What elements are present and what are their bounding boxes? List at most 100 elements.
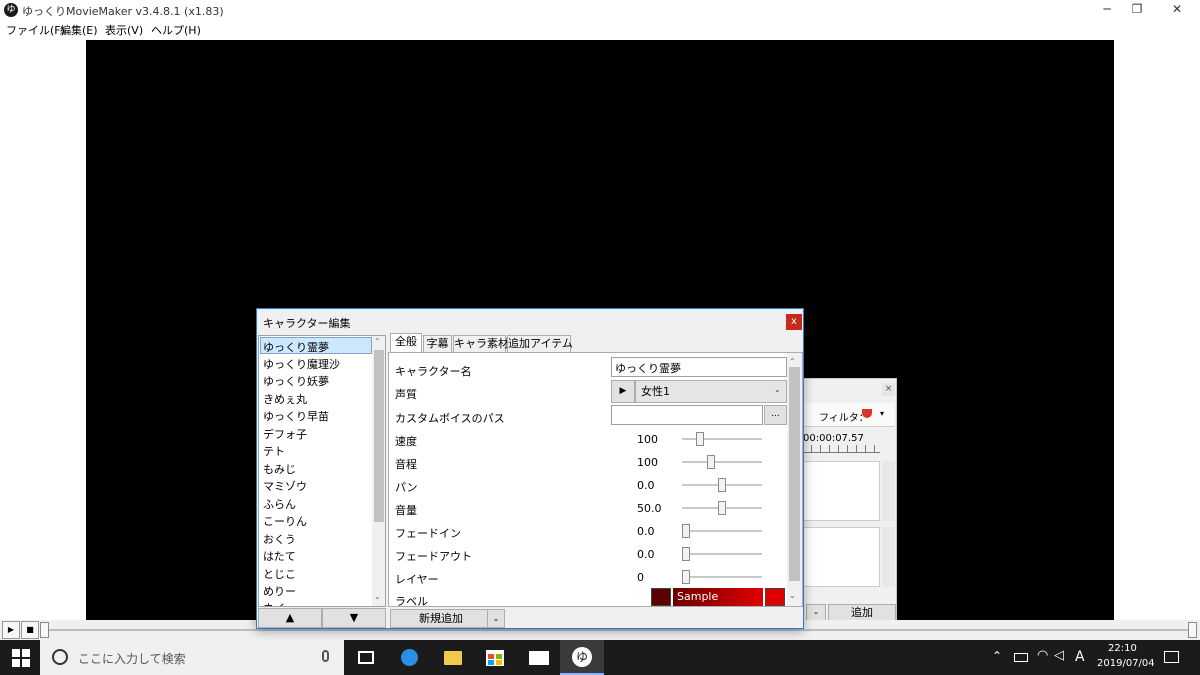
character-item-sanae[interactable]: ゆっくり早苗 — [263, 408, 329, 424]
pitch-label: 音程 — [395, 458, 417, 471]
tab-subtitle[interactable]: 字幕 — [423, 335, 452, 353]
speed-slider-track[interactable] — [682, 438, 762, 440]
store-icon[interactable] — [486, 650, 504, 666]
timeline-close-button[interactable]: × — [882, 383, 895, 396]
menu-edit[interactable]: 編集(E) — [60, 22, 98, 38]
browse-button[interactable]: ... — [764, 405, 787, 425]
new-add-button[interactable]: 新規追加 — [390, 609, 488, 628]
character-item-youmu[interactable]: ゆっくり妖夢 — [263, 373, 329, 389]
play-icon[interactable]: ▶ — [2, 621, 20, 639]
character-item-okuu[interactable]: おくう — [263, 531, 296, 547]
character-item-kourin[interactable]: こーりん — [263, 513, 307, 529]
fade-in-slider-thumb[interactable] — [682, 524, 690, 538]
character-item-merry[interactable]: めりー — [263, 583, 296, 599]
move-down-button[interactable]: ▼ — [322, 608, 386, 628]
task-view-icon[interactable] — [358, 651, 374, 664]
character-list[interactable]: ゆっくり霊夢 ゆっくり魔理沙 ゆっくり妖夢 きめぇ丸 ゆっくり早苗 デフォ子 テ… — [258, 335, 386, 607]
character-item-mamizou[interactable]: マミゾウ — [263, 478, 307, 494]
character-item-furan[interactable]: ふらん — [263, 496, 296, 512]
character-item-kimeemaru[interactable]: きめぇ丸 — [263, 391, 307, 407]
file-explorer-icon[interactable] — [444, 651, 462, 665]
character-item-reimu[interactable]: ゆっくり霊夢 — [263, 339, 329, 355]
mail-icon[interactable] — [529, 651, 549, 665]
tab-general[interactable]: 全般 — [390, 333, 422, 353]
character-item-teto[interactable]: テト — [263, 443, 285, 459]
character-item-momiji[interactable]: もみじ — [263, 461, 296, 477]
battery-icon[interactable] — [1014, 653, 1028, 662]
volume-label: 音量 — [395, 504, 417, 517]
fade-out-value: 0.0 — [637, 548, 655, 561]
panel-scroll-down-icon[interactable]: ⌄ — [789, 591, 796, 600]
menu-file[interactable]: ファイル(F) — [6, 22, 65, 38]
fade-out-label: フェードアウト — [395, 550, 472, 563]
stop-icon[interactable]: ■ — [21, 621, 39, 639]
dialog-title: キャラクター編集 — [263, 317, 351, 330]
speed-slider-thumb[interactable] — [696, 432, 705, 446]
clock-date[interactable]: 2019/07/04 — [1097, 658, 1155, 669]
voice-dropdown-icon[interactable]: ⌄ — [774, 385, 781, 394]
label-sample[interactable]: Sample — [673, 588, 763, 606]
microphone-icon[interactable] — [322, 650, 329, 662]
play-voice-button[interactable]: ▶ — [611, 380, 635, 403]
label-background-color-swatch[interactable] — [651, 588, 671, 606]
volume-thumb[interactable] — [1188, 622, 1197, 638]
scroll-down-icon[interactable]: ⌄ — [374, 592, 381, 601]
menu-view[interactable]: 表示(V) — [105, 22, 143, 38]
label-text-color-swatch[interactable] — [765, 588, 785, 606]
taskbar-search-box[interactable]: ここに入力して検索 — [40, 640, 344, 675]
timeline-panel: × フィルタ： ▾ 00:00:07.57 - 追加 — [797, 378, 897, 624]
character-item-tojiko[interactable]: とじこ — [263, 566, 296, 582]
seek-track[interactable] — [42, 629, 1142, 631]
seek-thumb[interactable] — [40, 622, 49, 638]
show-hidden-icons-icon[interactable]: ⌃ — [992, 649, 1002, 663]
character-item-hatate[interactable]: はたて — [263, 548, 296, 564]
windows-start-icon[interactable] — [12, 649, 30, 667]
tab-additional-items[interactable]: 追加アイテム — [507, 335, 573, 353]
search-placeholder: ここに入力して検索 — [78, 652, 186, 666]
character-item-marisa[interactable]: ゆっくり魔理沙 — [263, 356, 340, 372]
speed-value: 100 — [637, 433, 658, 446]
volume-track[interactable] — [1134, 629, 1190, 631]
cortana-icon — [52, 649, 68, 665]
pitch-value: 100 — [637, 456, 658, 469]
pitch-slider-thumb[interactable] — [707, 455, 716, 469]
character-item-defoko[interactable]: デフォ子 — [263, 426, 307, 442]
menu-help[interactable]: ヘルプ(H) — [151, 22, 201, 38]
new-add-dropdown-icon[interactable]: ⌄ — [487, 609, 505, 628]
wifi-icon[interactable]: ◠ — [1037, 648, 1048, 663]
tab-character-material[interactable]: キャラ素材 — [453, 335, 509, 353]
volume-icon[interactable]: ◁ — [1054, 648, 1064, 663]
fade-in-value: 0.0 — [637, 525, 655, 538]
moviemaker-taskbar-button[interactable]: ゆ — [560, 640, 604, 675]
panel-scroll-up-icon[interactable]: ⌃ — [789, 357, 796, 366]
volume-slider-thumb[interactable] — [718, 501, 726, 515]
edge-icon[interactable] — [401, 649, 418, 666]
pitch-slider-track[interactable] — [682, 461, 762, 463]
custom-voice-field[interactable] — [611, 405, 763, 425]
dialog-close-button[interactable]: x — [786, 314, 802, 330]
pan-slider-thumb[interactable] — [718, 478, 726, 492]
panel-scroll-thumb[interactable] — [789, 367, 800, 581]
name-field[interactable]: ゆっくり霊夢 — [611, 357, 787, 377]
custom-voice-label: カスタムボイスのパス — [395, 412, 505, 425]
list-scroll-thumb[interactable] — [374, 350, 384, 522]
fade-out-slider-track[interactable] — [682, 553, 762, 555]
move-up-button[interactable]: ▲ — [258, 608, 322, 628]
clock-time[interactable]: 22:10 — [1108, 643, 1137, 654]
ime-indicator[interactable]: A — [1075, 649, 1085, 665]
pan-value: 0.0 — [637, 479, 655, 492]
menu-bar: ファイル(F) 編集(E) 表示(V) ヘルプ(H) — [0, 20, 1200, 39]
close-button[interactable]: ✕ — [1154, 0, 1200, 20]
layer-slider-thumb[interactable] — [682, 570, 690, 584]
notification-icon[interactable] — [1164, 651, 1179, 663]
voice-select[interactable]: 女性1 — [635, 380, 787, 403]
moviemaker-icon: ゆ — [572, 647, 592, 667]
layer-slider-track[interactable] — [682, 576, 762, 578]
character-item-nei[interactable]: ネイ — [263, 600, 285, 606]
label-color-label: ラベル — [395, 595, 428, 608]
scroll-up-icon[interactable]: ⌃ — [374, 337, 381, 346]
filter-dropdown-icon[interactable]: ▾ — [880, 409, 884, 418]
fade-in-slider-track[interactable] — [682, 530, 762, 532]
title-bar: ゆ ゆっくりMovieMaker v3.4.8.1 (x1.83) ─ ❐ ✕ — [0, 0, 1200, 20]
fade-out-slider-thumb[interactable] — [682, 547, 690, 561]
